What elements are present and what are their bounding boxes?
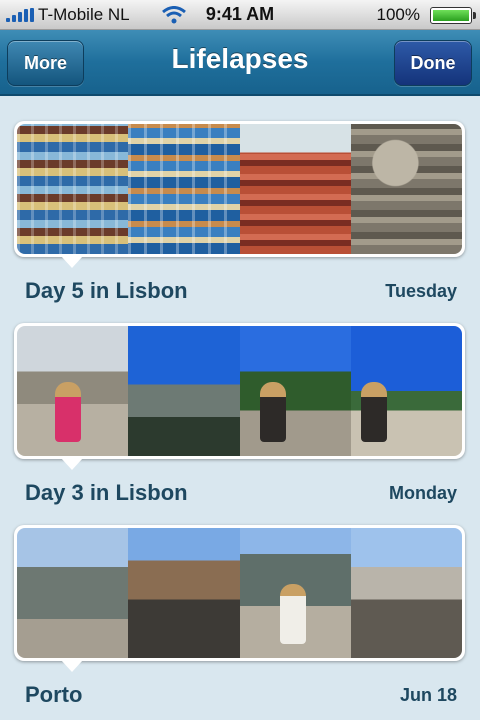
- lifelapse-photo: [239, 528, 351, 658]
- lifelapse-title: Day 3 in Lisbon: [25, 480, 188, 505]
- battery-icon: [430, 7, 476, 24]
- status-bar: T-Mobile NL 9:41 AM 100%: [0, 0, 480, 30]
- lifelapse-photo: [128, 326, 240, 456]
- battery-percentage: 100%: [376, 5, 420, 24]
- lifelapse-date: Tuesday: [385, 281, 457, 301]
- lifelapse-date: Monday: [388, 483, 457, 503]
- lifelapse-card[interactable]: Day 5 in Lisbon Tuesday: [14, 121, 465, 303]
- battery-fill: [433, 10, 469, 21]
- lifelapse-photo: [128, 528, 240, 658]
- callout-pointer: [61, 660, 83, 672]
- navigation-bar: More Lifelapses Done: [0, 30, 480, 96]
- callout-pointer: [61, 256, 83, 268]
- lifelapse-photo: [239, 326, 351, 456]
- lifelapse-photo: [239, 124, 351, 254]
- lifelapse-photo: [350, 124, 462, 254]
- lifelapse-card[interactable]: Porto Jun 18: [14, 525, 465, 707]
- lifelapse-title: Porto: [25, 682, 83, 707]
- lifelapse-thumbnail-strip[interactable]: [14, 121, 465, 268]
- lifelapse-date: Jun 18: [399, 685, 457, 705]
- lifelapse-photo: [128, 124, 240, 254]
- callout-pointer: [61, 458, 83, 470]
- lifelapse-card[interactable]: Day 3 in Lisbon Monday: [14, 323, 465, 505]
- lifelapse-thumbnail-strip[interactable]: [14, 525, 465, 672]
- lifelapse-photo: [17, 124, 129, 254]
- lifelapse-photo: [17, 528, 129, 658]
- lifelapse-photo: [17, 326, 129, 456]
- done-button[interactable]: Done: [394, 40, 472, 86]
- lifelapse-photo: [350, 528, 462, 658]
- lifelapse-thumbnail-strip[interactable]: [14, 323, 465, 470]
- lifelapse-photo: [350, 326, 462, 456]
- lifelapse-title: Day 5 in Lisbon: [25, 278, 188, 303]
